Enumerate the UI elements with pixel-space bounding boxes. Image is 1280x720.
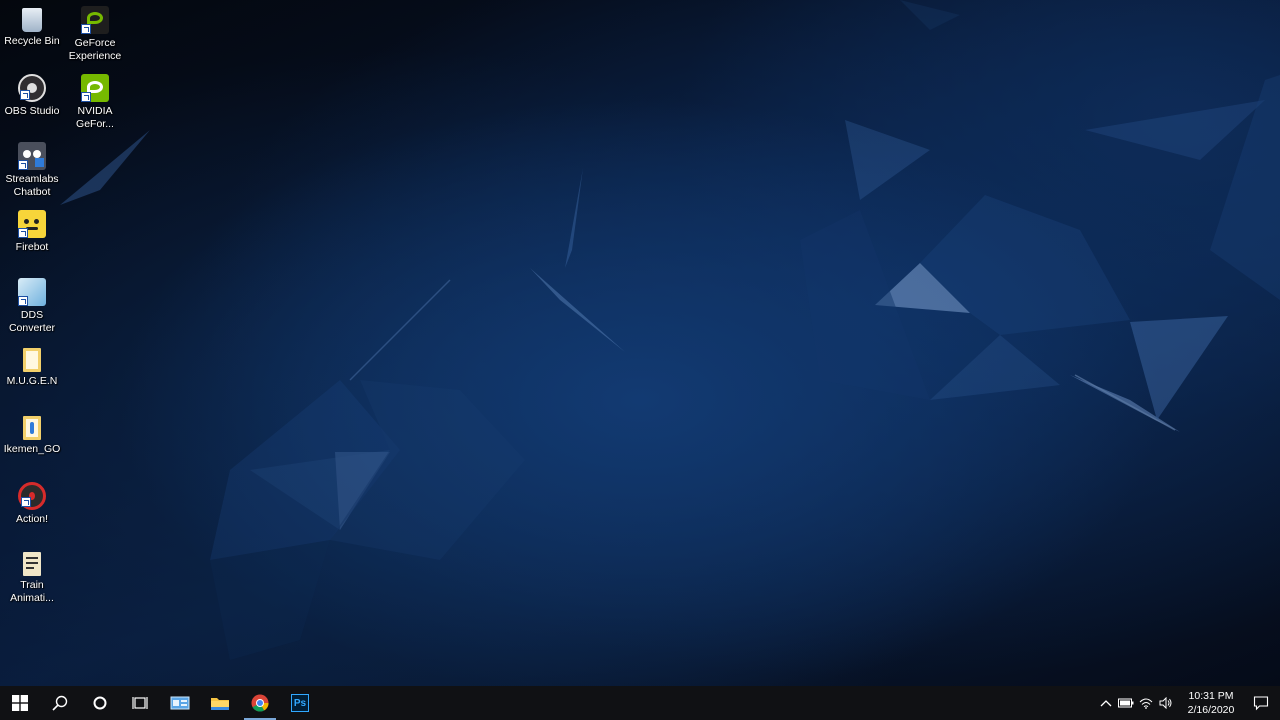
desktop-icon-label: OBS Studio	[4, 105, 60, 117]
dds-converter-icon	[18, 278, 46, 306]
volume-button[interactable]	[1156, 686, 1176, 720]
desktop-icon-label: DDS Converter	[8, 309, 56, 334]
document-icon	[23, 552, 41, 576]
network-button[interactable]	[1136, 686, 1156, 720]
desktop-icon-action[interactable]: Action!	[0, 478, 64, 544]
shortcut-arrow-icon	[18, 160, 28, 170]
nvidia-icon	[81, 74, 109, 102]
desktop-icon-geforce-experience[interactable]: GeForce Experience	[63, 2, 127, 68]
firebot-icon	[18, 210, 46, 238]
shortcut-arrow-icon	[81, 92, 91, 102]
desktop-icon-label: Train Animati...	[10, 579, 54, 604]
taskbar-photoshop[interactable]: Ps	[280, 686, 320, 720]
action-center-button[interactable]	[1242, 686, 1280, 720]
desktop-icon-label: M.U.G.E.N	[6, 375, 58, 387]
photoshop-icon: Ps	[291, 694, 309, 712]
photoshop-icon-text: Ps	[293, 697, 307, 709]
windows-logo-icon	[12, 695, 28, 711]
folder-icon	[211, 698, 229, 710]
desktop-icon-recycle-bin[interactable]: Recycle Bin	[0, 2, 64, 68]
search-button[interactable]	[40, 686, 80, 720]
shortcut-arrow-icon	[81, 24, 91, 34]
clock-time: 10:31 PM	[1188, 690, 1234, 702]
shortcut-arrow-icon	[21, 497, 31, 507]
desktop-icon-nvidia-geforce[interactable]: NVIDIA GeFor...	[63, 70, 127, 136]
cortana-button[interactable]	[80, 686, 120, 720]
cortana-circle-icon	[93, 696, 107, 710]
desktop-icon-streamlabs-chatbot[interactable]: Streamlabs Chatbot	[0, 138, 64, 204]
obs-studio-icon	[18, 74, 46, 102]
desktop-icon-dds-converter[interactable]: DDS Converter	[0, 274, 64, 340]
folder-icon	[23, 416, 41, 440]
action-icon	[18, 482, 46, 510]
desktop-icon-label: Ikemen_GO	[3, 443, 61, 455]
wifi-icon	[1139, 698, 1153, 709]
desktop-icon-label: Recycle Bin	[4, 35, 60, 47]
desktop-icon-ikemen-go[interactable]: Ikemen_GO	[0, 410, 64, 476]
desktop-icon-train-animation[interactable]: Train Animati...	[0, 546, 64, 612]
folder-icon	[23, 348, 41, 372]
chevron-up-icon	[1100, 700, 1112, 707]
taskbar-file-explorer[interactable]	[200, 686, 240, 720]
volume-icon	[1159, 697, 1172, 709]
desktop-icon-mugen[interactable]: M.U.G.E.N	[0, 342, 64, 408]
taskbar-chrome[interactable]	[240, 686, 280, 720]
desktop-icon-label: Streamlabs Chatbot	[5, 173, 59, 198]
task-view-button[interactable]	[120, 686, 160, 720]
recycle-bin-icon	[22, 8, 42, 32]
clock[interactable]: 10:31 PM 2/16/2020	[1180, 689, 1242, 717]
desktop-icon-label: Action!	[15, 513, 49, 525]
desktop-icon-label: Firebot	[15, 241, 49, 253]
desktop[interactable]: Recycle Bin GeForce Experience OBS Studi…	[0, 0, 1280, 686]
desktop-icon-firebot[interactable]: Firebot	[0, 206, 64, 272]
wallpaper	[60, 0, 1280, 660]
app-window-icon	[170, 696, 190, 710]
task-view-icon	[132, 697, 148, 709]
start-button[interactable]	[0, 686, 40, 720]
geforce-experience-icon	[81, 6, 109, 34]
battery-button[interactable]	[1116, 686, 1136, 720]
streamlabs-chatbot-icon	[18, 142, 46, 170]
desktop-icon-label: GeForce Experience	[68, 37, 122, 62]
system-tray: 10:31 PM 2/16/2020	[1096, 686, 1280, 720]
show-hidden-icons-button[interactable]	[1096, 686, 1116, 720]
taskbar-app-1[interactable]	[160, 686, 200, 720]
desktop-icon-label: NVIDIA GeFor...	[76, 105, 114, 130]
desktop-icon-obs-studio[interactable]: OBS Studio	[0, 70, 64, 136]
taskbar: Ps 10:31 PM 2/16/2020	[0, 686, 1280, 720]
shortcut-arrow-icon	[18, 228, 28, 238]
clock-date: 2/16/2020	[1187, 704, 1235, 716]
search-icon	[52, 695, 68, 711]
shortcut-arrow-icon	[18, 296, 28, 306]
notification-icon	[1253, 696, 1269, 711]
chrome-icon	[251, 694, 269, 712]
battery-icon	[1118, 698, 1134, 708]
shortcut-arrow-icon	[20, 90, 30, 100]
